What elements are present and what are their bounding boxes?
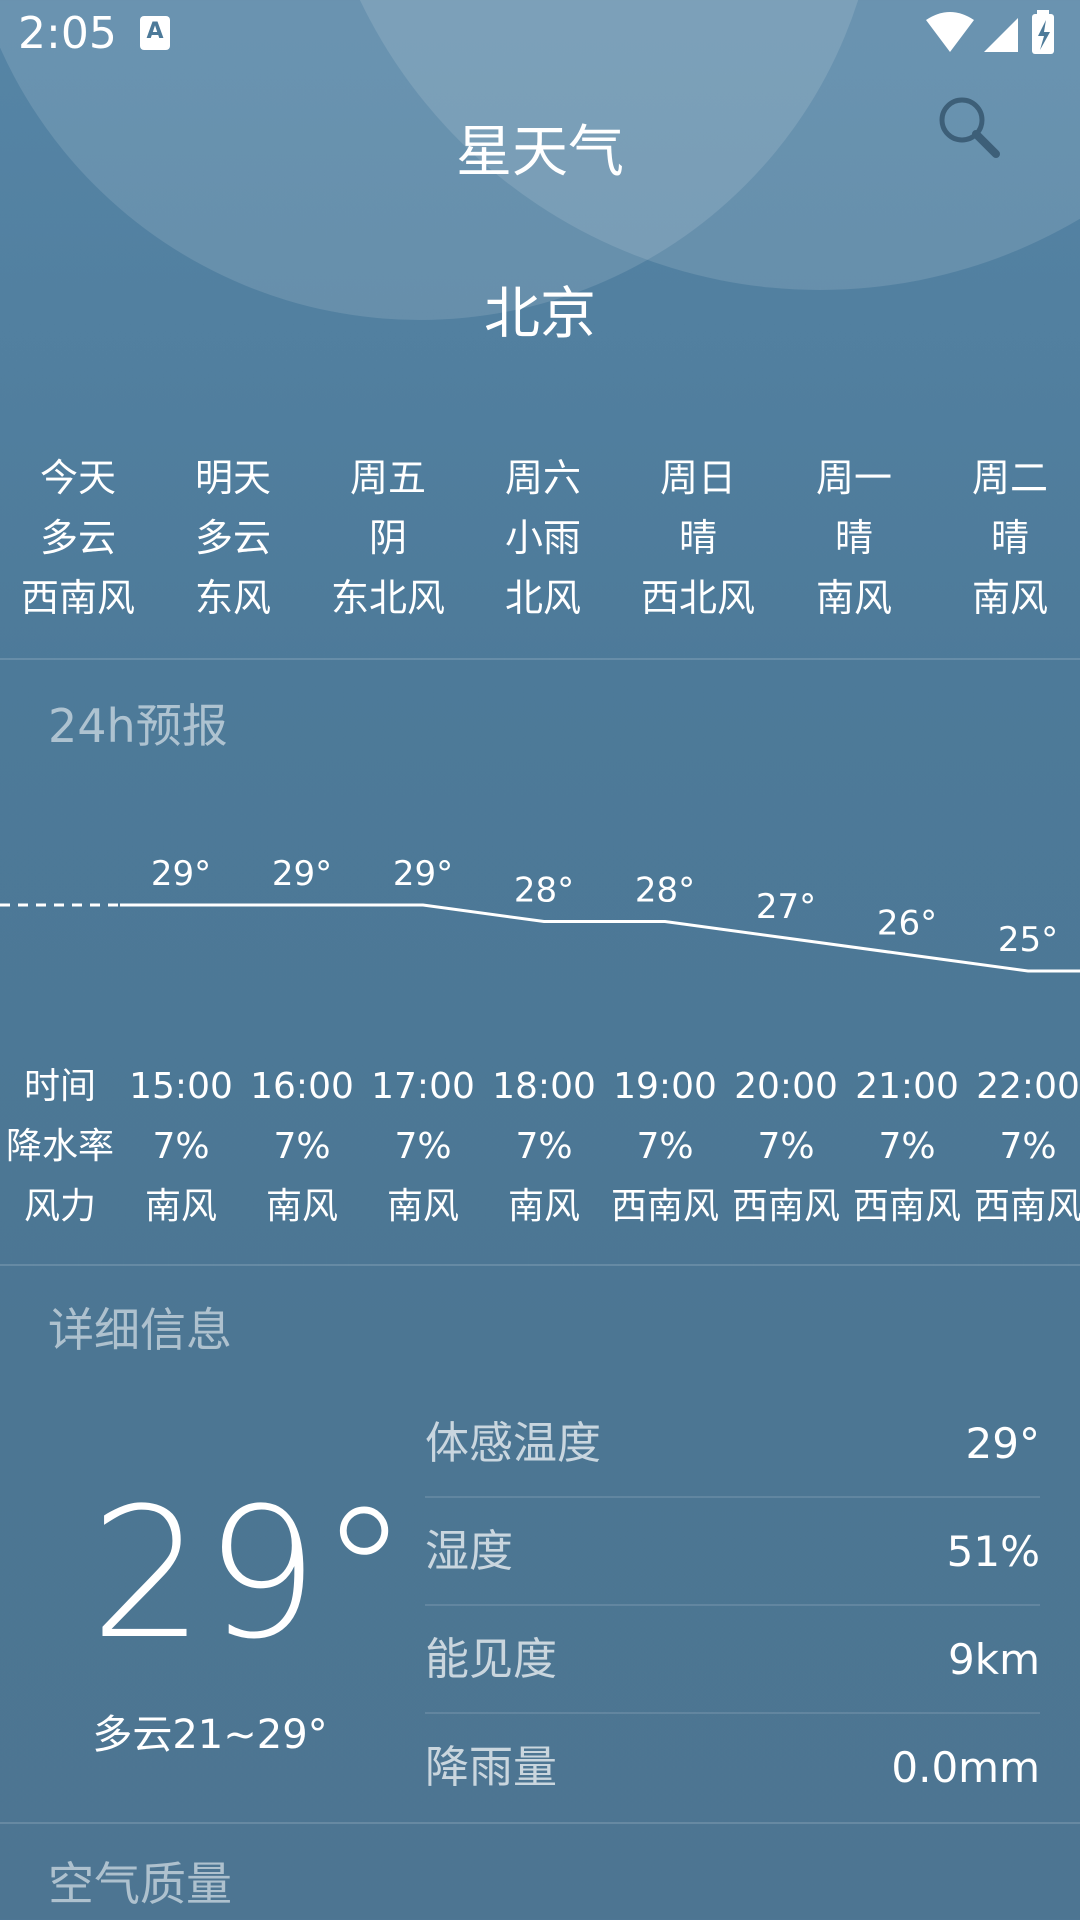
hourly-table: 时间 降水率 风力 15:00 7% 南风 16:00 7% 南风 17:00 7% 南风 18:… xyxy=(0,1057,1080,1237)
hour-temp-label: 29° xyxy=(272,854,332,894)
forecast-wind: 西北风 xyxy=(640,576,755,620)
detail-label: 能见度 xyxy=(425,1634,557,1685)
hour-wind: 南风 xyxy=(386,1186,459,1227)
hour-temp-label: 26° xyxy=(877,904,937,944)
detail-label: 降雨量 xyxy=(425,1742,557,1793)
forecast-day[interactable]: 周六 小雨 北风 xyxy=(463,448,623,628)
forecast-day-label: 周二 xyxy=(971,456,1048,500)
hour-time: 22:00 xyxy=(976,1066,1080,1107)
hour-wind: 西南风 xyxy=(731,1186,840,1227)
details-section-title: 详细信息 xyxy=(48,1303,232,1357)
hour-precip: 7% xyxy=(878,1126,936,1167)
forecast-weather: 阴 xyxy=(368,516,407,560)
hourly-temperature-chart: 29° 29° 29° 28° 28° 27° 26° 25° xyxy=(0,854,1080,973)
forecast-day-label: 周日 xyxy=(659,456,736,500)
detail-row-humidity: 湿度 51% xyxy=(425,1498,1040,1606)
hour-temp-label: 27° xyxy=(756,887,816,927)
forecast-day[interactable]: 今天 多云 西南风 xyxy=(0,448,158,628)
detail-row-rainfall: 降雨量 0.0mm xyxy=(425,1714,1040,1822)
forecast-wind: 东北风 xyxy=(330,576,445,620)
air-quality-section-title: 空气质量 xyxy=(48,1857,232,1911)
forecast-day-label: 周一 xyxy=(815,456,892,500)
detail-label: 湿度 xyxy=(425,1526,513,1577)
forecast-wind: 南风 xyxy=(815,576,892,620)
hour-precip: 7% xyxy=(273,1126,331,1167)
hour-time: 17:00 xyxy=(371,1066,475,1107)
hour-wind: 南风 xyxy=(144,1186,217,1227)
section-divider xyxy=(0,1822,1080,1824)
status-bar: 2:05 A xyxy=(0,0,1080,66)
search-button[interactable] xyxy=(930,90,1010,170)
hour-precip: 7% xyxy=(394,1126,452,1167)
hour-temp-label: 29° xyxy=(151,854,211,894)
detail-value: 0.0mm xyxy=(891,1743,1040,1792)
app-title: 星天气 xyxy=(456,120,624,185)
city-name: 北京 xyxy=(484,282,596,347)
forecast-wind: 东风 xyxy=(194,576,271,620)
status-time: 2:05 xyxy=(18,8,117,59)
forecast-day[interactable]: 周五 阴 东北风 xyxy=(308,448,468,628)
forecast-wind: 南风 xyxy=(971,576,1048,620)
hour-wind: 西南风 xyxy=(610,1186,719,1227)
today-weather-range: 多云21~29° xyxy=(92,1712,328,1758)
hour-precip: 7% xyxy=(999,1126,1057,1167)
detail-row-feels-like: 体感温度 29° xyxy=(425,1390,1040,1498)
hour-time: 21:00 xyxy=(855,1066,959,1107)
forecast-day-label: 明天 xyxy=(194,456,271,500)
wifi-icon xyxy=(926,12,974,52)
status-icons xyxy=(926,10,1054,54)
detail-value: 9km xyxy=(948,1635,1040,1684)
forecast-weather: 多云 xyxy=(39,516,116,560)
search-icon xyxy=(939,97,1000,158)
battery-icon xyxy=(1032,10,1054,54)
forecast-wind: 西南风 xyxy=(20,576,135,620)
hour-time: 15:00 xyxy=(129,1066,233,1107)
hour-time: 20:00 xyxy=(734,1066,838,1107)
forecast-wind: 北风 xyxy=(504,576,581,620)
hour-temp-label: 29° xyxy=(393,854,453,894)
section-divider xyxy=(0,658,1080,660)
hour-time: 16:00 xyxy=(250,1066,354,1107)
hour-wind: 西南风 xyxy=(852,1186,961,1227)
hourly-section-title: 24h预报 xyxy=(48,699,228,753)
forecast-day[interactable]: 周日 晴 西北风 xyxy=(618,448,778,628)
hour-wind: 西南风 xyxy=(973,1186,1080,1227)
daily-forecast: 今天 多云 西南风 明天 多云 东风 周五 阴 东北风 周六 小雨 北风 周日 … xyxy=(0,448,1080,628)
forecast-day[interactable]: 周一 晴 南风 xyxy=(774,448,934,628)
hour-precip: 7% xyxy=(757,1126,815,1167)
forecast-weather: 晴 xyxy=(834,516,873,560)
hour-precip: 7% xyxy=(152,1126,210,1167)
hour-temp-label: 28° xyxy=(635,871,695,911)
hour-temp-label: 25° xyxy=(998,920,1058,960)
row-label-time: 时间 xyxy=(23,1066,96,1107)
forecast-day[interactable]: 明天 多云 东风 xyxy=(153,448,313,628)
forecast-weather: 晴 xyxy=(990,516,1029,560)
forecast-day-label: 周五 xyxy=(349,456,426,500)
hour-precip: 7% xyxy=(515,1126,573,1167)
hour-wind: 南风 xyxy=(265,1186,338,1227)
section-divider xyxy=(0,1264,1080,1266)
hour-time: 19:00 xyxy=(613,1066,717,1107)
hour-temp-label: 28° xyxy=(514,871,574,911)
detail-value: 29° xyxy=(965,1419,1040,1468)
forecast-day[interactable]: 周二 晴 南风 xyxy=(930,448,1080,628)
detail-value: 51% xyxy=(946,1527,1040,1576)
keyboard-notification-icon: A xyxy=(140,16,170,50)
detail-label: 体感温度 xyxy=(425,1418,601,1469)
signal-icon xyxy=(984,18,1018,52)
forecast-weather: 晴 xyxy=(678,516,717,560)
forecast-weather: 多云 xyxy=(194,516,271,560)
forecast-day-label: 今天 xyxy=(39,456,116,500)
hour-wind: 南风 xyxy=(507,1186,580,1227)
row-label-precip: 降水率 xyxy=(5,1126,114,1167)
current-temperature: 29° xyxy=(90,1470,410,1679)
row-label-wind: 风力 xyxy=(23,1186,96,1227)
forecast-day-label: 周六 xyxy=(504,456,581,500)
hour-precip: 7% xyxy=(636,1126,694,1167)
hour-time: 18:00 xyxy=(492,1066,596,1107)
forecast-weather: 小雨 xyxy=(504,516,581,560)
detail-row-visibility: 能见度 9km xyxy=(425,1606,1040,1714)
